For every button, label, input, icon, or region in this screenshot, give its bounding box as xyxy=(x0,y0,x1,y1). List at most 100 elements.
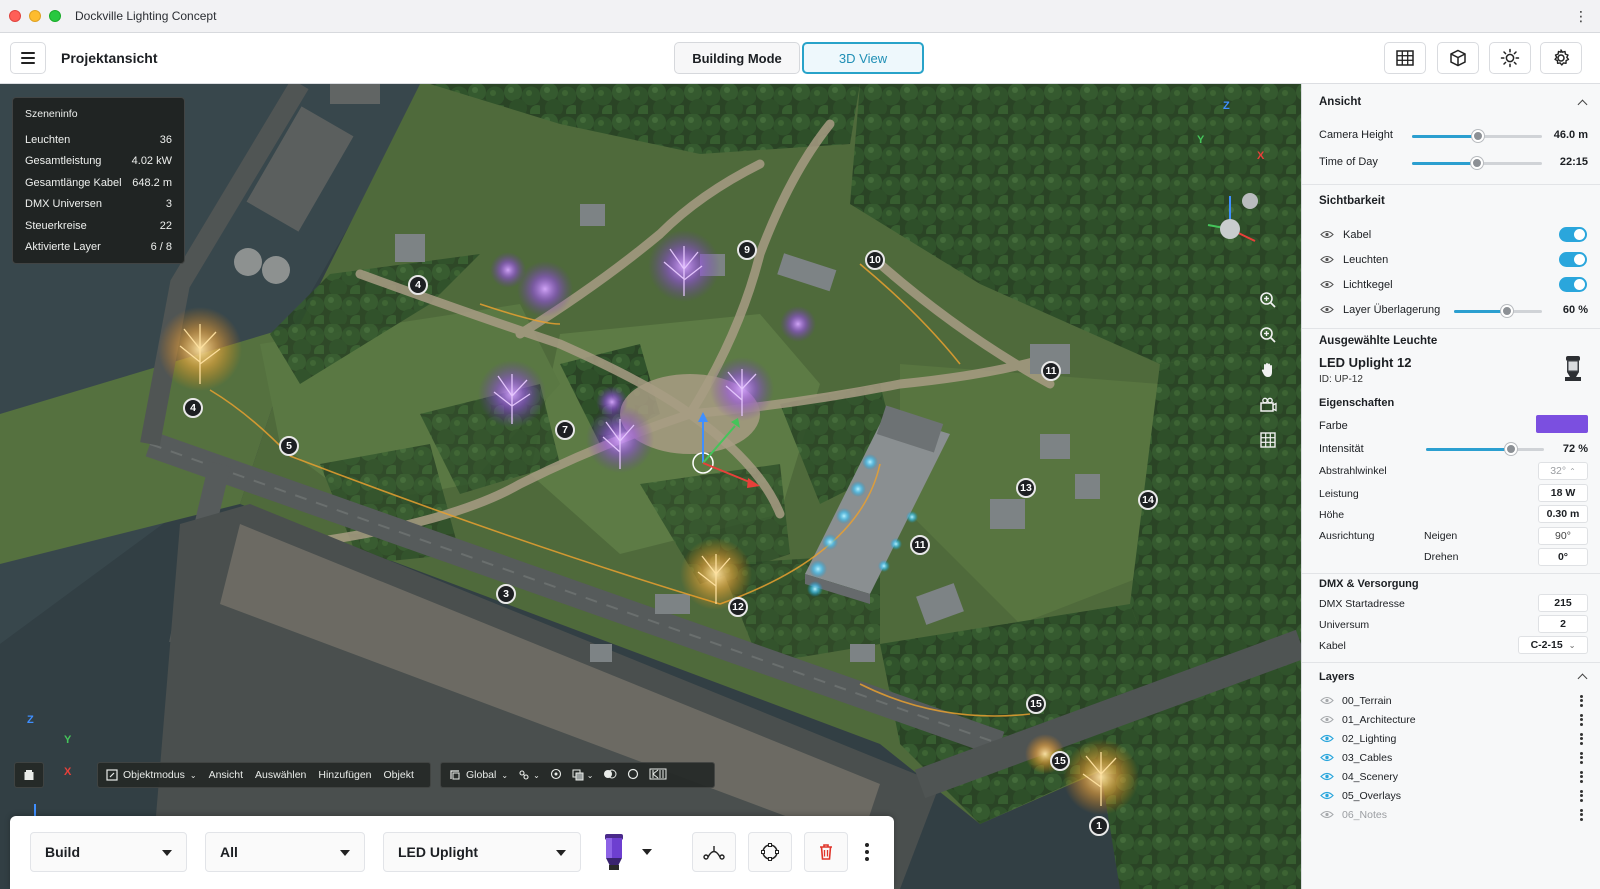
collapse-ansicht-icon[interactable] xyxy=(1577,99,1588,110)
fixture-type-select[interactable]: LED Uplight xyxy=(383,832,581,872)
abstrahlwinkel-field[interactable]: 32° ⌃ xyxy=(1538,462,1588,480)
transform-orientation-dropdown[interactable]: Global ⌄ xyxy=(449,769,508,781)
light-marker-11[interactable]: 11 xyxy=(910,535,930,555)
light-marker-9[interactable]: 10 xyxy=(865,250,885,270)
layer-menu-icon[interactable] xyxy=(1580,732,1583,745)
intensity-slider[interactable] xyxy=(1426,443,1544,455)
menu-objekt[interactable]: Objekt xyxy=(384,769,414,781)
zoom-window-button[interactable] xyxy=(49,10,61,22)
layer-menu-icon[interactable] xyxy=(1580,713,1583,726)
hamburger-menu-button[interactable] xyxy=(10,42,46,74)
zoom-in-tool[interactable] xyxy=(1254,286,1282,314)
time-of-day-slider[interactable] xyxy=(1412,157,1542,169)
light-marker-10[interactable]: 11 xyxy=(1041,361,1061,381)
universe-field[interactable]: 2 xyxy=(1538,615,1588,633)
pan-tool[interactable] xyxy=(1254,356,1282,384)
neigen-field[interactable]: 90° xyxy=(1538,527,1588,545)
3d-view-tab[interactable]: 3D View xyxy=(802,42,924,74)
slider-knob[interactable] xyxy=(1472,130,1485,142)
window-title: Dockville Lighting Concept xyxy=(75,9,217,23)
layer-row[interactable]: 02_Lighting xyxy=(1302,729,1600,748)
pivot-dropdown[interactable]: ⌄ xyxy=(518,769,540,781)
building-mode-tab[interactable]: Building Mode xyxy=(674,42,800,74)
layer-menu-icon[interactable] xyxy=(1580,751,1583,764)
cable-route-button[interactable] xyxy=(692,832,736,872)
camera-tool[interactable] xyxy=(1254,391,1282,419)
light-marker-14[interactable]: 14 xyxy=(1138,490,1158,510)
eye-icon[interactable] xyxy=(1320,753,1334,762)
eye-icon[interactable] xyxy=(1320,734,1334,743)
eye-hidden-icon[interactable] xyxy=(1320,715,1334,724)
light-fixture-icon xyxy=(605,834,623,870)
visibility-kabel-toggle[interactable] xyxy=(1559,227,1587,242)
light-marker-3[interactable]: 3 xyxy=(496,584,516,604)
light-marker-12[interactable]: 12 xyxy=(728,597,748,617)
light-marker-5[interactable]: 5 xyxy=(279,436,299,456)
light-marker-15b[interactable]: 15 xyxy=(1050,751,1070,771)
eye-icon[interactable] xyxy=(1320,772,1334,781)
scene-info-label: Gesamtlänge Kabel xyxy=(25,176,122,189)
fixture-preview-button[interactable] xyxy=(600,830,670,874)
light-marker-15[interactable]: 15 xyxy=(1026,694,1046,714)
grid-tool[interactable] xyxy=(1254,426,1282,454)
delete-button[interactable] xyxy=(804,832,848,872)
settings-button[interactable] xyxy=(1540,42,1582,74)
layer-row[interactable]: 01_Architecture xyxy=(1302,710,1600,729)
layer-row[interactable]: 04_Scenery xyxy=(1302,767,1600,786)
menu-ansicht[interactable]: Ansicht xyxy=(209,769,243,781)
slider-knob[interactable] xyxy=(1500,305,1513,317)
eye-icon[interactable] xyxy=(1320,791,1334,800)
hoehe-field[interactable]: 0.30 m xyxy=(1538,505,1588,523)
camera-height-slider[interactable] xyxy=(1412,130,1542,142)
minimize-window-button[interactable] xyxy=(29,10,41,22)
build-mode-select[interactable]: Build xyxy=(30,832,187,872)
layer-menu-icon[interactable] xyxy=(1580,770,1583,783)
category-filter-select[interactable]: All xyxy=(205,832,365,872)
lasso-select-button[interactable] xyxy=(748,832,792,872)
cable-select[interactable]: C-2-15 ⌄ xyxy=(1518,636,1588,654)
snap-toggle[interactable] xyxy=(550,768,562,783)
object-view-button[interactable] xyxy=(1437,42,1479,74)
close-window-button[interactable] xyxy=(9,10,21,22)
menu-auswaehlen[interactable]: Auswählen xyxy=(255,769,306,781)
light-marker-6[interactable]: 4 xyxy=(408,275,428,295)
overlay-toggle[interactable] xyxy=(603,768,617,783)
more-options-button[interactable] xyxy=(862,843,872,861)
layer-row[interactable]: 06_Notes xyxy=(1302,805,1600,824)
eye-hidden-icon[interactable] xyxy=(1320,696,1334,705)
eye-hidden-icon[interactable] xyxy=(1320,810,1334,819)
window-more-icon[interactable]: ⋮ xyxy=(1574,8,1588,25)
lighting-button[interactable] xyxy=(1489,42,1531,74)
visibility-lichtkegel-toggle[interactable] xyxy=(1559,277,1587,292)
light-marker-1[interactable]: 1 xyxy=(1089,816,1109,836)
light-marker-13[interactable]: 13 xyxy=(1016,478,1036,498)
light-marker-7[interactable]: 7 xyxy=(555,420,575,440)
collapse-layers-icon[interactable] xyxy=(1577,673,1588,684)
layer-row[interactable]: 05_Overlays xyxy=(1302,786,1600,805)
slider-knob[interactable] xyxy=(1471,157,1483,169)
xray-toggle[interactable] xyxy=(627,768,639,783)
zoom-tool[interactable] xyxy=(1254,321,1282,349)
light-marker-4[interactable]: 4 xyxy=(183,398,203,418)
drehen-field[interactable]: 0° xyxy=(1538,548,1588,566)
slider-knob[interactable] xyxy=(1504,443,1517,455)
color-swatch[interactable] xyxy=(1536,415,1588,433)
visibility-leuchten-toggle[interactable] xyxy=(1559,252,1587,267)
layer-menu-icon[interactable] xyxy=(1580,789,1583,802)
layer-row[interactable]: 00_Terrain xyxy=(1302,691,1600,710)
menu-hinzufuegen[interactable]: Hinzufügen xyxy=(318,769,371,781)
object-mode-dropdown[interactable]: Objektmodus ⌄ xyxy=(106,769,197,781)
transform-orientation-label: Global xyxy=(466,769,497,781)
layer-menu-icon[interactable] xyxy=(1580,694,1583,707)
light-marker-8[interactable]: 9 xyxy=(737,240,757,260)
layer-overlay-slider[interactable] xyxy=(1454,305,1542,317)
layer-row[interactable]: 03_Cables xyxy=(1302,748,1600,767)
dmx-start-field[interactable]: 215 xyxy=(1538,594,1588,612)
3d-viewport[interactable]: Z Y X Z Y X 4 9 10 11 4 5 7 13 14 11 3 1… xyxy=(0,84,1301,889)
leistung-field[interactable]: 18 W xyxy=(1538,484,1588,502)
shading-dropdown[interactable]: ⌄ xyxy=(572,769,593,781)
layer-menu-icon[interactable] xyxy=(1580,808,1583,821)
grid-view-button[interactable] xyxy=(1384,42,1426,74)
render-preview-button[interactable] xyxy=(649,768,667,783)
view-lock-button[interactable] xyxy=(14,762,44,788)
